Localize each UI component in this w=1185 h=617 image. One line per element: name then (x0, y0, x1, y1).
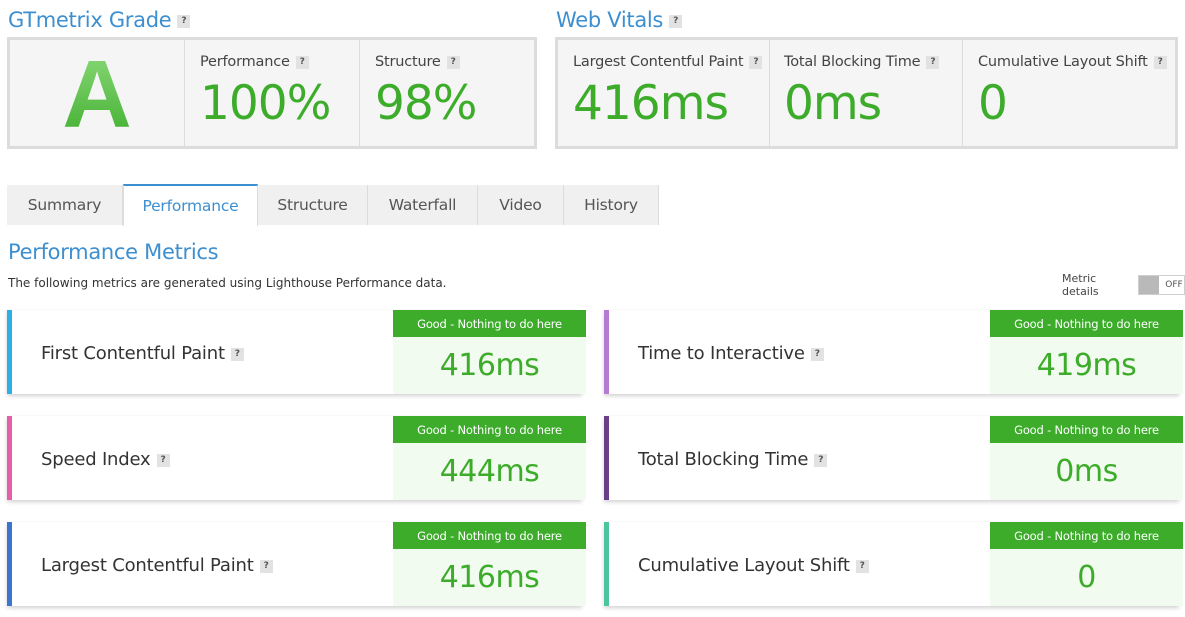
metric-name-row: Total Blocking Time? (638, 449, 828, 470)
help-icon[interactable]: ? (855, 559, 869, 573)
performance-score: 100% (200, 76, 331, 131)
metric-details-toggle[interactable]: OFF (1138, 275, 1185, 295)
lcp-label-row: Largest Contentful Paint? (573, 54, 769, 70)
lcp-vital-value: 416ms (573, 76, 729, 131)
metric-name: Total Blocking Time (638, 449, 809, 470)
tab-video[interactable]: Video (478, 185, 564, 225)
metric-name: Largest Contentful Paint (41, 555, 254, 576)
cls-vital-label: Cumulative Layout Shift (978, 54, 1148, 70)
tab-summary[interactable]: Summary (7, 185, 123, 225)
metric-name-row: Speed Index? (41, 449, 170, 470)
help-icon[interactable]: ? (926, 55, 940, 69)
structure-score: 98% (375, 76, 477, 131)
metric-value-panel: Good - Nothing to do here 444ms (393, 416, 586, 500)
metric-name: Cumulative Layout Shift (638, 555, 850, 576)
metric-value-panel: Good - Nothing to do here 0ms (990, 416, 1183, 500)
help-icon[interactable]: ? (810, 347, 824, 361)
tab-history[interactable]: History (564, 185, 659, 225)
cls-vital-value: 0 (978, 76, 1008, 131)
web-vitals-panel: Largest Contentful Paint? 416ms Total Bl… (555, 37, 1178, 149)
metric-status-badge: Good - Nothing to do here (393, 416, 586, 443)
metric-value: 416ms (439, 560, 540, 595)
tbt-vital-cell: Total Blocking Time? 0ms (770, 40, 963, 146)
help-icon[interactable]: ? (295, 55, 309, 69)
toggle-state: OFF (1165, 280, 1183, 290)
tbt-vital-label: Total Blocking Time (784, 54, 921, 70)
metric-details-control: Metric details OFF (1062, 272, 1185, 298)
metric-value: 444ms (439, 454, 540, 489)
structure-label: Structure (375, 54, 441, 70)
grade-letter-badge: A (10, 40, 185, 146)
performance-metrics-title: Performance Metrics (8, 240, 219, 264)
metric-status-badge: Good - Nothing to do here (990, 522, 1183, 549)
performance-score-cell: Performance? 100% (185, 40, 360, 146)
help-icon[interactable]: ? (230, 347, 244, 361)
metric-value-panel: Good - Nothing to do here 416ms (393, 310, 586, 394)
metric-status-badge: Good - Nothing to do here (393, 310, 586, 337)
metric-card-tti: Time to Interactive? Good - Nothing to d… (604, 310, 1183, 394)
tab-structure[interactable]: Structure (258, 185, 368, 225)
cls-label-row: Cumulative Layout Shift? (978, 54, 1175, 70)
metric-status-badge: Good - Nothing to do here (990, 310, 1183, 337)
metric-status-badge: Good - Nothing to do here (990, 416, 1183, 443)
metric-name-row: Time to Interactive? (638, 343, 824, 364)
structure-score-cell: Structure? 98% (360, 40, 534, 146)
help-icon[interactable]: ? (177, 14, 191, 28)
tbt-vital-value: 0ms (784, 76, 882, 131)
metric-value: 416ms (439, 348, 540, 383)
help-icon[interactable]: ? (1153, 55, 1167, 69)
metric-name-row: Largest Contentful Paint? (41, 555, 273, 576)
performance-label: Performance (200, 54, 290, 70)
metric-name-row: First Contentful Paint? (41, 343, 244, 364)
gtmetrix-grade-title: GTmetrix Grade (8, 8, 172, 32)
help-icon[interactable]: ? (814, 453, 828, 467)
lcp-vital-cell: Largest Contentful Paint? 416ms (558, 40, 770, 146)
help-icon[interactable]: ? (669, 14, 683, 28)
gtmetrix-grade-heading: GTmetrix Grade? (8, 8, 191, 32)
metric-card-lcp: Largest Contentful Paint? Good - Nothing… (7, 522, 586, 606)
metric-value-panel: Good - Nothing to do here 0 (990, 522, 1183, 606)
grade-a-icon: A (62, 53, 131, 133)
metric-card-cls: Cumulative Layout Shift? Good - Nothing … (604, 522, 1183, 606)
gtmetrix-grade-panel: A Performance? 100% Structure? 98% (7, 37, 537, 149)
metric-name: Speed Index (41, 449, 151, 470)
web-vitals-title: Web Vitals (556, 8, 664, 32)
lcp-vital-label: Largest Contentful Paint (573, 54, 744, 70)
cls-vital-cell: Cumulative Layout Shift? 0 (963, 40, 1175, 146)
help-icon[interactable]: ? (446, 55, 460, 69)
metric-status-badge: Good - Nothing to do here (393, 522, 586, 549)
metric-name-row: Cumulative Layout Shift? (638, 555, 869, 576)
metric-value: 0 (1077, 560, 1096, 595)
metric-details-label: Metric details (1062, 272, 1099, 298)
metric-name: First Contentful Paint (41, 343, 225, 364)
help-icon[interactable]: ? (259, 559, 273, 573)
metric-value: 0ms (1055, 454, 1118, 489)
help-icon[interactable]: ? (749, 55, 763, 69)
metric-card-tbt: Total Blocking Time? Good - Nothing to d… (604, 416, 1183, 500)
tab-performance[interactable]: Performance (123, 184, 258, 226)
tbt-label-row: Total Blocking Time? (784, 54, 962, 70)
metric-value: 419ms (1036, 348, 1137, 383)
metric-value-panel: Good - Nothing to do here 416ms (393, 522, 586, 606)
web-vitals-heading: Web Vitals? (556, 8, 683, 32)
tab-waterfall[interactable]: Waterfall (368, 185, 478, 225)
metric-card-fcp: First Contentful Paint? Good - Nothing t… (7, 310, 586, 394)
metric-name: Time to Interactive (638, 343, 805, 364)
metric-value-panel: Good - Nothing to do here 419ms (990, 310, 1183, 394)
performance-label-row: Performance? (200, 54, 359, 70)
help-icon[interactable]: ? (156, 453, 170, 467)
performance-metrics-description: The following metrics are generated usin… (8, 276, 447, 290)
report-tabs: Summary Performance Structure Waterfall … (7, 184, 1178, 226)
metric-card-speed-index: Speed Index? Good - Nothing to do here 4… (7, 416, 586, 500)
grade-letter: A (62, 53, 131, 133)
tabs-spacer (659, 185, 1178, 225)
toggle-knob (1139, 276, 1160, 294)
structure-label-row: Structure? (375, 54, 534, 70)
